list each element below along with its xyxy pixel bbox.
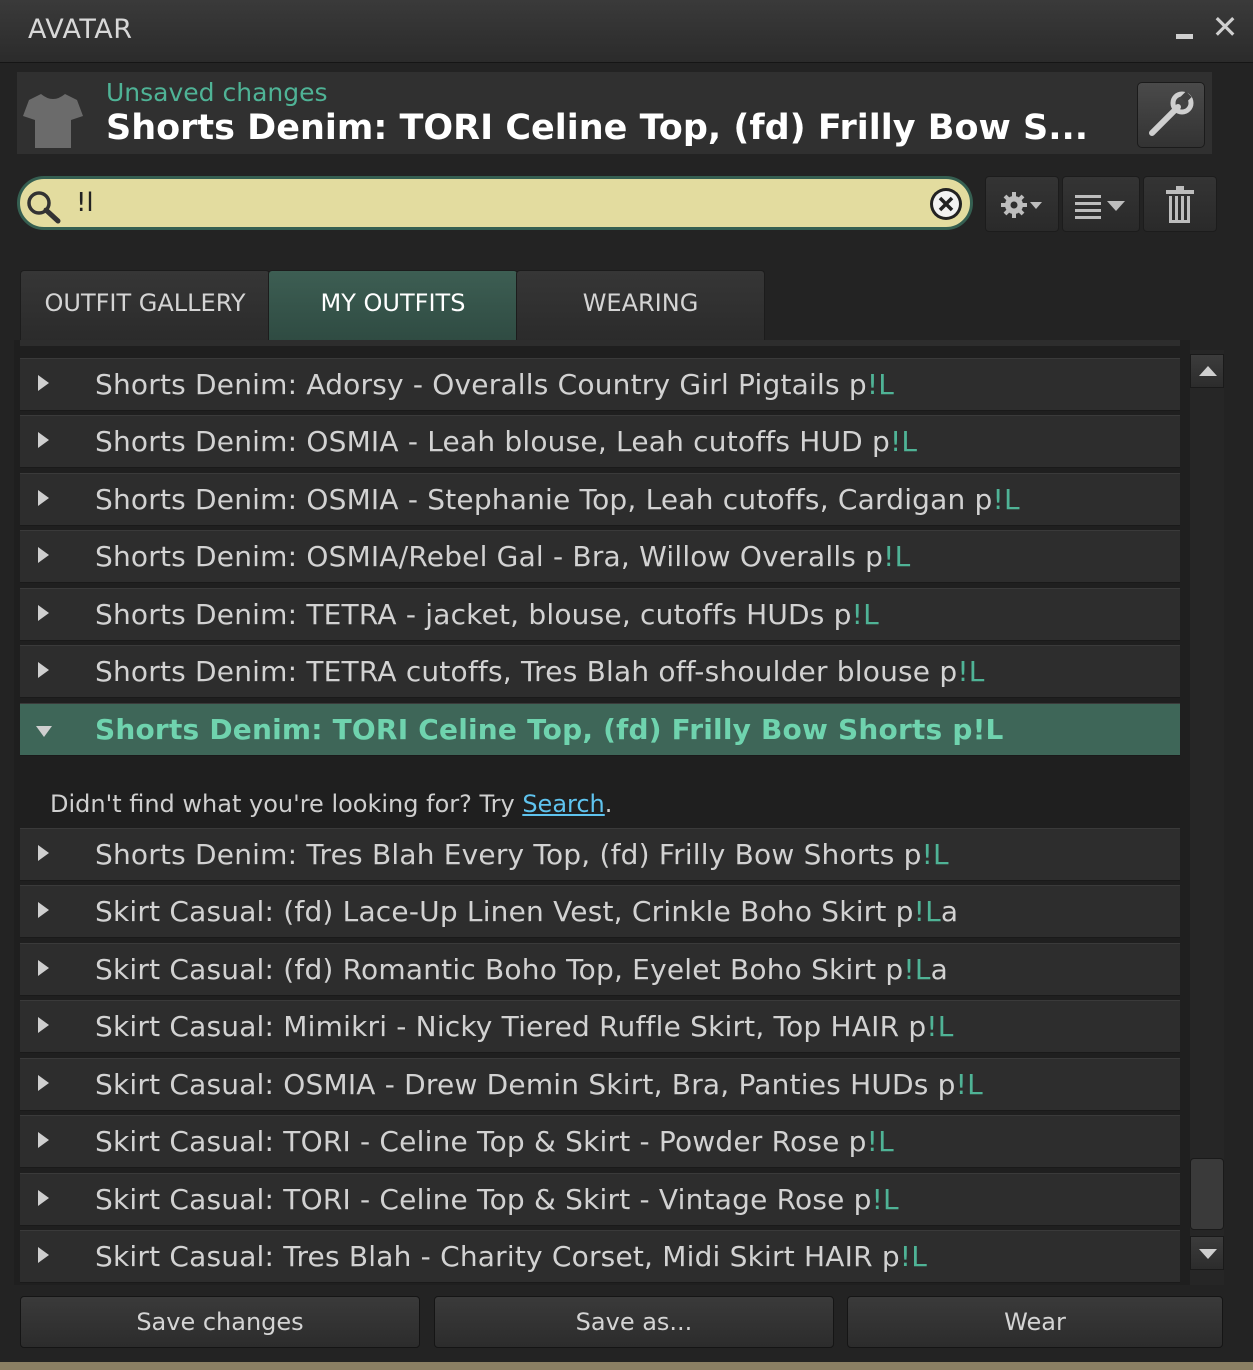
expand-arrow-icon[interactable] [38,605,49,621]
save-as-button[interactable]: Save as... [434,1296,834,1348]
expand-arrow-icon[interactable] [38,1247,49,1263]
list-item[interactable]: Skirt Casual: TORI - Celine Top & Skirt … [20,1173,1180,1226]
sort-button[interactable] [1062,176,1140,232]
list-item[interactable]: Shorts Denim: OSMIA - Stephanie Top, Lea… [20,473,1180,526]
scroll-down-button[interactable] [1190,1236,1224,1270]
expand-arrow-icon[interactable] [38,547,49,563]
minimize-icon[interactable] [1172,10,1198,44]
expand-arrow-icon[interactable] [38,1190,49,1206]
list-item[interactable]: Skirt Casual: OSMIA - Drew Demin Skirt, … [20,1058,1180,1111]
list-item[interactable]: Shorts Denim: OSMIA/Rebel Gal - Bra, Wil… [20,530,1180,583]
search-icon [27,191,61,224]
list-item[interactable]: Shorts Denim: TETRA - jacket, blouse, cu… [20,588,1180,641]
not-found-message: Didn't find what you're looking for? Try… [50,790,613,818]
edit-outfit-button[interactable] [1137,82,1205,148]
window-title: AVATAR [28,14,133,45]
expand-arrow-icon[interactable] [38,1075,49,1091]
arrow-down-icon [1199,1249,1217,1259]
list-item[interactable]: Skirt Casual: Tres Blah - Charity Corset… [20,1230,1180,1283]
title-bar[interactable]: AVATAR ✕ [0,0,1253,63]
save-changes-button[interactable]: Save changes [20,1296,420,1348]
tab-my-outfits[interactable]: MY OUTFITS [268,270,518,341]
delete-button[interactable] [1143,176,1217,232]
list-item[interactable]: Skirt Casual: TORI - Celine Top & Skirt … [20,1115,1180,1168]
outfit-list: Shorts Denim: Adorsy - Overalls Country … [14,340,1190,1285]
arrow-up-icon [1199,366,1217,376]
list-item-selected[interactable]: Shorts Denim: TORI Celine Top, (fd) Fril… [20,703,1180,756]
tab-wearing[interactable]: WEARING [516,270,765,341]
scrollbar-track[interactable] [1190,350,1224,1285]
expand-arrow-icon[interactable] [38,490,49,506]
expand-arrow-icon[interactable] [38,902,49,918]
list-item[interactable]: Skirt Casual: (fd) Lace-Up Linen Vest, C… [20,885,1180,938]
search-input[interactable]: !l [76,188,94,218]
search-field[interactable] [17,176,973,230]
unsaved-status: Unsaved changes [106,78,328,107]
list-item[interactable]: Shorts Denim: TETRA cutoffs, Tres Blah o… [20,645,1180,698]
expand-arrow-icon[interactable] [38,662,49,678]
expand-arrow-icon[interactable] [38,375,49,391]
expand-arrow-icon[interactable] [38,1132,49,1148]
avatar-window: AVATAR ✕ Unsaved changes Shorts Denim: T… [0,0,1253,1370]
expand-arrow-icon[interactable] [38,1017,49,1033]
options-button[interactable] [985,176,1059,232]
expand-arrow-icon[interactable] [38,960,49,976]
list-item-partial[interactable] [20,340,1180,346]
list-item[interactable]: Shorts Denim: Adorsy - Overalls Country … [20,358,1180,411]
window-bottom-edge [0,1362,1253,1370]
scroll-up-button[interactable] [1190,354,1224,388]
search-link[interactable]: Search [522,790,604,818]
clear-icon[interactable] [928,186,964,222]
trash-icon [1166,186,1194,223]
tab-outfit-gallery[interactable]: OUTFIT GALLERY [20,270,270,341]
list-item[interactable]: Shorts Denim: Tres Blah Every Top, (fd) … [20,828,1180,881]
outfit-title: Shorts Denim: TORI Celine Top, (fd) Fril… [106,108,1089,148]
list-item[interactable]: Skirt Casual: (fd) Romantic Boho Top, Ey… [20,943,1180,996]
list-item[interactable]: Skirt Casual: Mimikri - Nicky Tiered Ruf… [20,1000,1180,1053]
scrollbar-thumb[interactable] [1190,1158,1224,1230]
expand-arrow-icon[interactable] [38,432,49,448]
close-icon[interactable]: ✕ [1210,10,1240,44]
tshirt-icon [23,94,83,148]
wrench-icon [1149,91,1194,136]
expand-arrow-icon[interactable] [38,845,49,861]
list-item[interactable]: Shorts Denim: OSMIA - Leah blouse, Leah … [20,415,1180,468]
collapse-arrow-icon[interactable] [36,726,52,737]
wear-button[interactable]: Wear [847,1296,1223,1348]
sort-icon [1075,195,1125,219]
gear-icon [1001,192,1042,218]
